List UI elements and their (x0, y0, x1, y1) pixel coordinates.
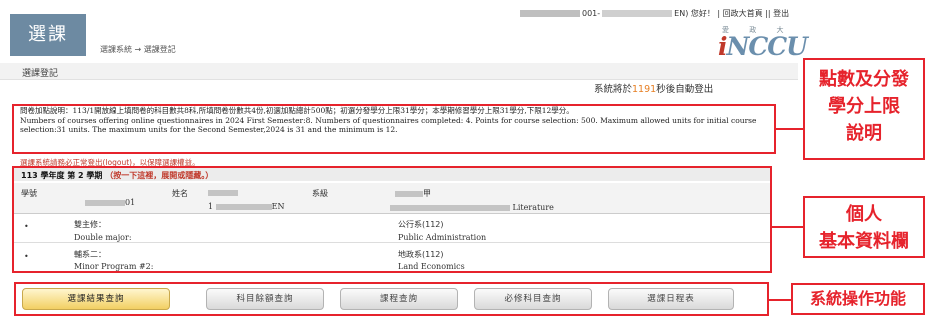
double-major-label: 雙主修： (74, 220, 106, 229)
course-balance-query-button[interactable]: 科目餘額查詢 (206, 288, 324, 310)
brand-i: i (718, 32, 727, 61)
auto-logout-prefix: 系統將於 (594, 84, 633, 95)
redacted-user-name (602, 10, 673, 17)
redacted-dept-english (390, 205, 510, 211)
minor-program-value: 地政系(112) (398, 250, 444, 259)
term-header[interactable]: 113 學年度 第 2 學期 （按一下這裡，展開或隱藏。） (21, 170, 213, 181)
breadcrumb: 選課系統 → 選課登記 (100, 45, 176, 54)
student-id-value: 01 (85, 198, 135, 207)
double-major-value-en: Public Administration (398, 233, 487, 242)
callout-connector (772, 226, 803, 228)
dept-value: 甲 (395, 188, 431, 199)
redacted-english-name (215, 204, 272, 210)
redacted-name (208, 190, 238, 196)
callout-connector (776, 128, 803, 130)
home-link[interactable]: 回政大首頁 (723, 9, 763, 18)
required-course-query-button[interactable]: 必修科目查詢 (474, 288, 592, 310)
callout-connector (769, 299, 791, 301)
name-label: 姓名 (172, 189, 188, 198)
name-value (208, 188, 238, 197)
redacted-student-id (85, 200, 125, 206)
minor-program-label: 輔系二： (74, 250, 106, 259)
countdown-seconds: 1191 (632, 84, 657, 95)
minor-program-label-en: Minor Program #2: (74, 262, 154, 271)
schedule-button[interactable]: 選課日程表 (608, 288, 734, 310)
dept-label: 系級 (312, 189, 328, 198)
minor-program-value-en: Land Economics (398, 262, 465, 271)
description-english: Numbers of courses offering online quest… (20, 115, 757, 135)
dept-english: Literature (390, 203, 554, 212)
logout-link[interactable]: 登出 (773, 9, 789, 18)
brand-name: NCCU (726, 32, 808, 61)
redacted-user-id (520, 10, 580, 17)
double-major-value: 公行系(112) (398, 220, 444, 229)
student-id-label: 學號 (21, 189, 37, 198)
top-user-bar: 001- EN) 您好！ | 回政大首頁 || 登出 (520, 8, 789, 19)
callout-personal-info: 個人 基本資料欄 (803, 196, 925, 258)
page-title-bar (0, 63, 798, 80)
course-search-button[interactable]: 課程查詢 (340, 288, 458, 310)
nccu-logo[interactable]: iNCCU (718, 32, 808, 61)
course-result-query-button[interactable]: 選課結果查詢 (22, 288, 170, 310)
callout-points-description: 點數及分發 學分上限 說明 (803, 58, 925, 160)
description-chinese: 問卷加點說明：113/1開放線上填問卷的科目數共8科,所填問卷份數共4份,初選加… (20, 106, 574, 115)
toggle-hint-link[interactable]: （按一下這裡，展開或隱藏。） (105, 171, 213, 180)
bullet: • (24, 222, 29, 231)
bullet: • (24, 252, 29, 261)
greeting-text: ) 您好！ (685, 9, 715, 18)
callout-system-functions: 系統操作功能 (791, 283, 925, 315)
term-label: 113 學年度 第 2 學期 (21, 171, 103, 180)
page-title: 選課登記 (22, 69, 59, 79)
name-english: 1 EN (208, 202, 285, 211)
auto-logout-suffix: 秒後自動登出 (656, 84, 714, 95)
site-logo[interactable]: 選課 (10, 14, 86, 56)
auto-logout-notice: 系統將於1191秒後自動登出 (594, 81, 713, 95)
double-major-label-en: Double major: (74, 233, 132, 242)
points-description: 問卷加點說明：113/1開放線上填問卷的科目數共8科,所填問卷份數共4份,初選加… (20, 106, 772, 135)
user-id-suffix: EN (674, 9, 686, 18)
redacted-dept (395, 191, 423, 197)
user-id-prefix: 001- (582, 9, 601, 18)
